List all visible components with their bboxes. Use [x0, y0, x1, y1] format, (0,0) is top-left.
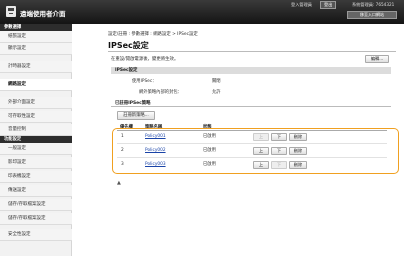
- move-up-button: 上: [253, 133, 269, 141]
- sidebar-item-store-access[interactable]: 儲存/存取檔案設定: [0, 199, 72, 211]
- sidebar-item-volume[interactable]: 音量控制: [0, 124, 72, 136]
- row-priority: 2: [121, 148, 124, 153]
- breadcrumb[interactable]: 設定/註冊 : 參數選擇 : 網路設定 > IPSec設定: [108, 31, 198, 37]
- policy-name-link[interactable]: Policy003: [145, 159, 166, 171]
- table-row: 2 Policy002 已啟用 上 下 刪除: [117, 145, 387, 157]
- edit-button[interactable]: 編輯...: [365, 55, 389, 63]
- bypass-policy-label: 網外策略內部的封包：: [139, 90, 182, 95]
- move-up-button[interactable]: 上: [253, 147, 269, 155]
- login-user-label: 登入管理員: [291, 2, 312, 7]
- sidebar-item-display[interactable]: 顯示設定: [0, 43, 72, 55]
- restart-note: 在重設/開啟電源後，變更將生效。: [111, 57, 179, 62]
- delete-button[interactable]: 刪除: [289, 133, 307, 141]
- sidebar-item-timer[interactable]: 計時器設定: [0, 61, 72, 73]
- top-header: 遠端使用者介面 登入管理員 登出 系統管理員: 7654321 移至入口網站: [0, 0, 404, 24]
- title-divider: [108, 51, 396, 52]
- remote-ui-logo-icon: [6, 6, 16, 17]
- sidebar-item-external-interface[interactable]: 外部介面設定: [0, 97, 72, 109]
- delete-button[interactable]: 刪除: [289, 147, 307, 155]
- back-to-top-icon[interactable]: ▲: [117, 180, 121, 186]
- app-title: 遠端使用者介面: [20, 10, 66, 18]
- sidebar-heading-preferences: 參數選擇: [0, 24, 72, 31]
- delete-button[interactable]: 刪除: [289, 161, 307, 169]
- sidebar-item-accessibility[interactable]: 可存取性設定: [0, 111, 72, 123]
- row-priority: 3: [121, 162, 124, 167]
- sidebar-heading-functions: 功能設定: [0, 136, 72, 143]
- bypass-policy-value: 允許: [212, 90, 221, 95]
- row-status: 已啟用: [203, 148, 216, 153]
- row-priority: 1: [121, 134, 124, 139]
- sidebar-item-printer[interactable]: 印表機設定: [0, 171, 72, 183]
- move-down-button[interactable]: 下: [271, 133, 287, 141]
- page-title: IPSec設定: [108, 41, 149, 50]
- admin-info: 系統管理員: 7654321: [352, 2, 395, 7]
- row-status: 已啟用: [203, 134, 216, 139]
- sidebar-item-send[interactable]: 傳送設定: [0, 185, 72, 197]
- move-down-button[interactable]: 下: [271, 147, 287, 155]
- row-divider: [117, 157, 387, 158]
- register-new-policy-button[interactable]: 註冊新策略...: [117, 111, 155, 120]
- sidebar-item-general[interactable]: 一般設定: [0, 143, 72, 155]
- logout-button[interactable]: 登出: [320, 1, 337, 9]
- policy-name-link[interactable]: Policy002: [145, 145, 166, 157]
- use-ipsec-value: 關閉: [212, 79, 221, 84]
- use-ipsec-label: 使用IPSec：: [132, 79, 157, 84]
- row-divider: [117, 143, 387, 144]
- sidebar-item-security[interactable]: 安全性設定: [0, 229, 72, 241]
- sidebar-item-store-access-2[interactable]: 儲存/存取檔案設定: [0, 213, 72, 225]
- ipsec-settings-header: IPSec設定: [111, 67, 391, 74]
- table-row: 1 Policy001 已啟用 上 下 刪除: [117, 131, 387, 143]
- move-up-button[interactable]: 上: [253, 161, 269, 169]
- registered-policies-header: 已註冊IPSec策略: [111, 100, 391, 107]
- sidebar-item-copy[interactable]: 影印設定: [0, 157, 72, 169]
- move-down-button: 下: [271, 161, 287, 169]
- sidebar-item-paper[interactable]: 紙張設定: [0, 31, 72, 43]
- sidebar-item-network[interactable]: 網路設定: [0, 79, 72, 91]
- row-status: 已啟用: [203, 162, 216, 167]
- policy-name-link[interactable]: Policy001: [145, 131, 166, 143]
- table-row: 3 Policy003 已啟用 上 下 刪除: [117, 159, 387, 171]
- portal-button[interactable]: 移至入口網站: [347, 11, 397, 19]
